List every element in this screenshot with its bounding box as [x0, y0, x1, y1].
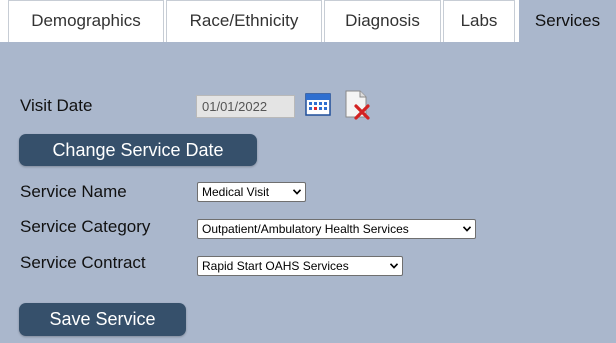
tab-demographics[interactable]: Demographics	[8, 0, 164, 42]
service-name-value: Medical Visit	[202, 185, 270, 199]
service-name-select[interactable]: Medical Visit	[197, 182, 306, 202]
service-category-select[interactable]: Outpatient/Ambulatory Health Services	[197, 219, 476, 239]
visit-date-field[interactable]	[196, 95, 295, 118]
visit-date-label: Visit Date	[20, 96, 93, 115]
service-contract-select[interactable]: Rapid Start OAHS Services	[197, 256, 403, 276]
tab-bar: Demographics Race/Ethnicity Diagnosis La…	[0, 0, 616, 43]
service-contract-label: Service Contract	[20, 253, 146, 272]
save-service-button[interactable]: Save Service	[19, 303, 186, 336]
tab-race-ethnicity[interactable]: Race/Ethnicity	[166, 0, 322, 42]
tab-labs[interactable]: Labs	[443, 0, 515, 42]
change-service-date-button[interactable]: Change Service Date	[19, 134, 257, 166]
service-name-label: Service Name	[20, 182, 127, 201]
tab-diagnosis[interactable]: Diagnosis	[324, 0, 441, 42]
tab-services[interactable]: Services	[519, 0, 616, 43]
services-panel: Visit Date Change Service Date Service N…	[0, 42, 616, 343]
service-category-label: Service Category	[20, 217, 151, 236]
chevron-down-icon	[463, 226, 471, 232]
chevron-down-icon	[390, 263, 398, 269]
clear-date-icon[interactable]	[343, 90, 371, 120]
chevron-down-icon	[293, 189, 301, 195]
service-category-value: Outpatient/Ambulatory Health Services	[202, 222, 409, 236]
calendar-icon[interactable]	[305, 92, 331, 116]
service-contract-value: Rapid Start OAHS Services	[202, 259, 349, 273]
